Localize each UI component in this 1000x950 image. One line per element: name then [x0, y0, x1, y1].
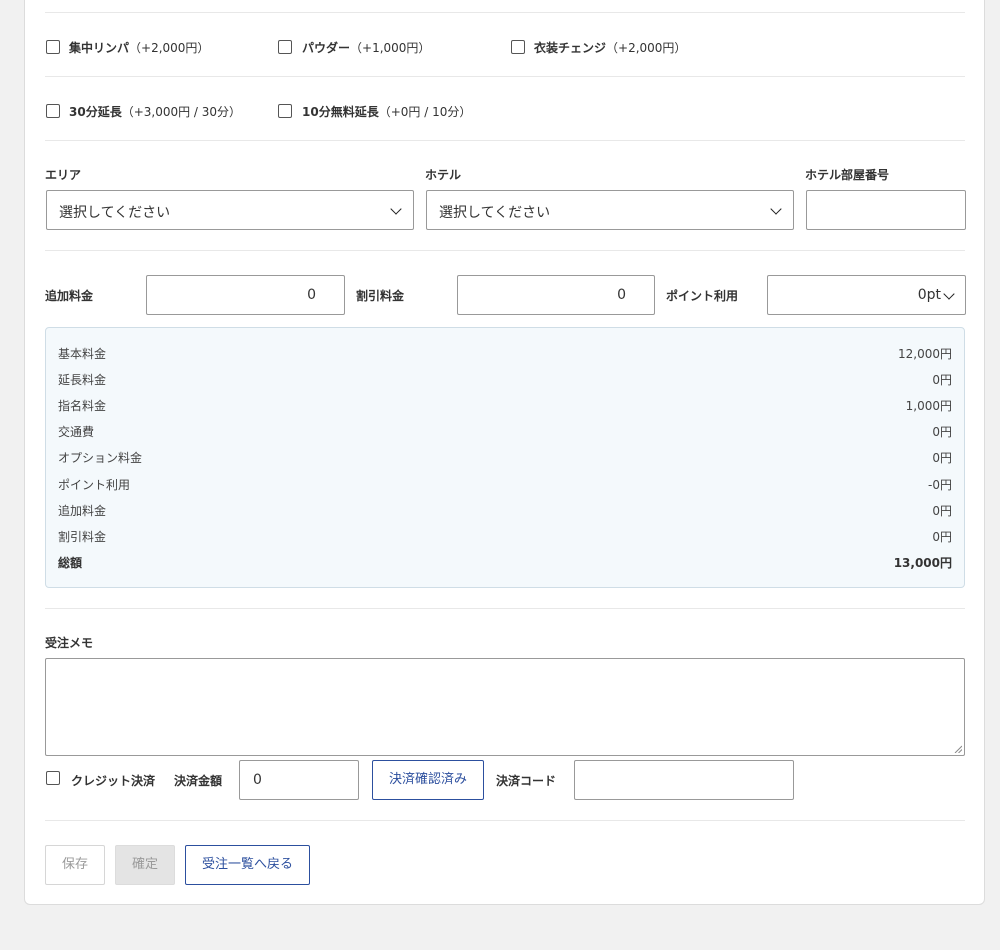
hotel-select[interactable]: 選択してください	[426, 190, 794, 230]
payment-amount-value: 0	[253, 772, 262, 788]
option-checkbox-lymph[interactable]	[46, 40, 60, 54]
divider	[45, 608, 965, 609]
order-memo-textarea[interactable]	[45, 658, 965, 756]
summary-row: 割引料金 0円	[58, 530, 952, 544]
chevron-down-icon	[390, 203, 402, 215]
additional-fee-input[interactable]: 0	[146, 275, 345, 315]
divider	[45, 12, 965, 13]
back-to-order-list-button[interactable]: 受注一覧へ戻る	[185, 845, 310, 885]
option-label-powder: パウダー（+1,000円）	[302, 41, 431, 55]
save-button[interactable]: 保存	[45, 845, 105, 885]
payment-code-input[interactable]	[574, 760, 794, 800]
option-checkbox-30min-extension[interactable]	[46, 104, 60, 118]
option-checkbox-powder[interactable]	[278, 40, 292, 54]
summary-row: 基本料金 12,000円	[58, 347, 952, 361]
area-select[interactable]: 選択してください	[46, 190, 414, 230]
option-label-30min-extension: 30分延長（+3,000円 / 30分）	[69, 105, 242, 119]
divider	[45, 140, 965, 141]
summary-row: 追加料金 0円	[58, 504, 952, 518]
option-checkbox-costume[interactable]	[511, 40, 525, 54]
option-label-costume: 衣装チェンジ（+2,000円）	[534, 41, 687, 55]
additional-fee-label: 追加料金	[45, 289, 94, 303]
option-label-10min-free-extension: 10分無料延長（+0円 / 10分）	[302, 105, 472, 119]
summary-row: ポイント利用 -0円	[58, 478, 952, 492]
discount-fee-label: 割引料金	[356, 289, 405, 303]
area-label: エリア	[45, 168, 82, 182]
point-usage-label: ポイント利用	[666, 289, 739, 303]
payment-code-label: 決済コード	[496, 774, 557, 788]
summary-total-row: 総額 13,000円	[58, 556, 952, 570]
hotel-label: ホテル	[425, 168, 462, 182]
summary-row: オプション料金 0円	[58, 451, 952, 465]
room-number-input[interactable]	[806, 190, 966, 230]
area-select-value: 選択してください	[59, 205, 171, 221]
credit-payment-label: クレジット決済	[71, 774, 156, 788]
discount-fee-value: 0	[617, 287, 626, 303]
credit-payment-checkbox[interactable]	[46, 771, 60, 785]
hotel-select-value: 選択してください	[439, 205, 551, 221]
summary-row: 交通費 0円	[58, 425, 952, 439]
payment-amount-label: 決済金額	[174, 774, 223, 788]
summary-row: 延長料金 0円	[58, 373, 952, 387]
order-memo-label: 受注メモ	[45, 636, 94, 650]
option-checkbox-10min-free-extension[interactable]	[278, 104, 292, 118]
discount-fee-input[interactable]: 0	[457, 275, 655, 315]
divider	[45, 250, 965, 251]
point-usage-select[interactable]: 0pt	[767, 275, 966, 315]
chevron-down-icon	[770, 203, 782, 215]
confirm-button[interactable]: 確定	[115, 845, 175, 885]
option-label-lymph: 集中リンパ（+2,000円）	[69, 41, 210, 55]
summary-row: 指名料金 1,000円	[58, 399, 952, 413]
payment-amount-input[interactable]: 0	[239, 760, 359, 800]
divider	[45, 76, 965, 77]
resize-handle-icon[interactable]	[954, 745, 962, 753]
room-number-label: ホテル部屋番号	[805, 168, 890, 182]
fee-summary-panel: 基本料金 12,000円 延長料金 0円 指名料金 1,000円 交通費 0円 オプショ…	[45, 327, 965, 588]
payment-confirmed-button[interactable]: 決済確認済み	[372, 760, 484, 800]
divider	[45, 820, 965, 821]
chevron-down-icon	[943, 288, 955, 300]
point-usage-value: 0pt	[917, 287, 941, 303]
additional-fee-value: 0	[307, 287, 316, 303]
